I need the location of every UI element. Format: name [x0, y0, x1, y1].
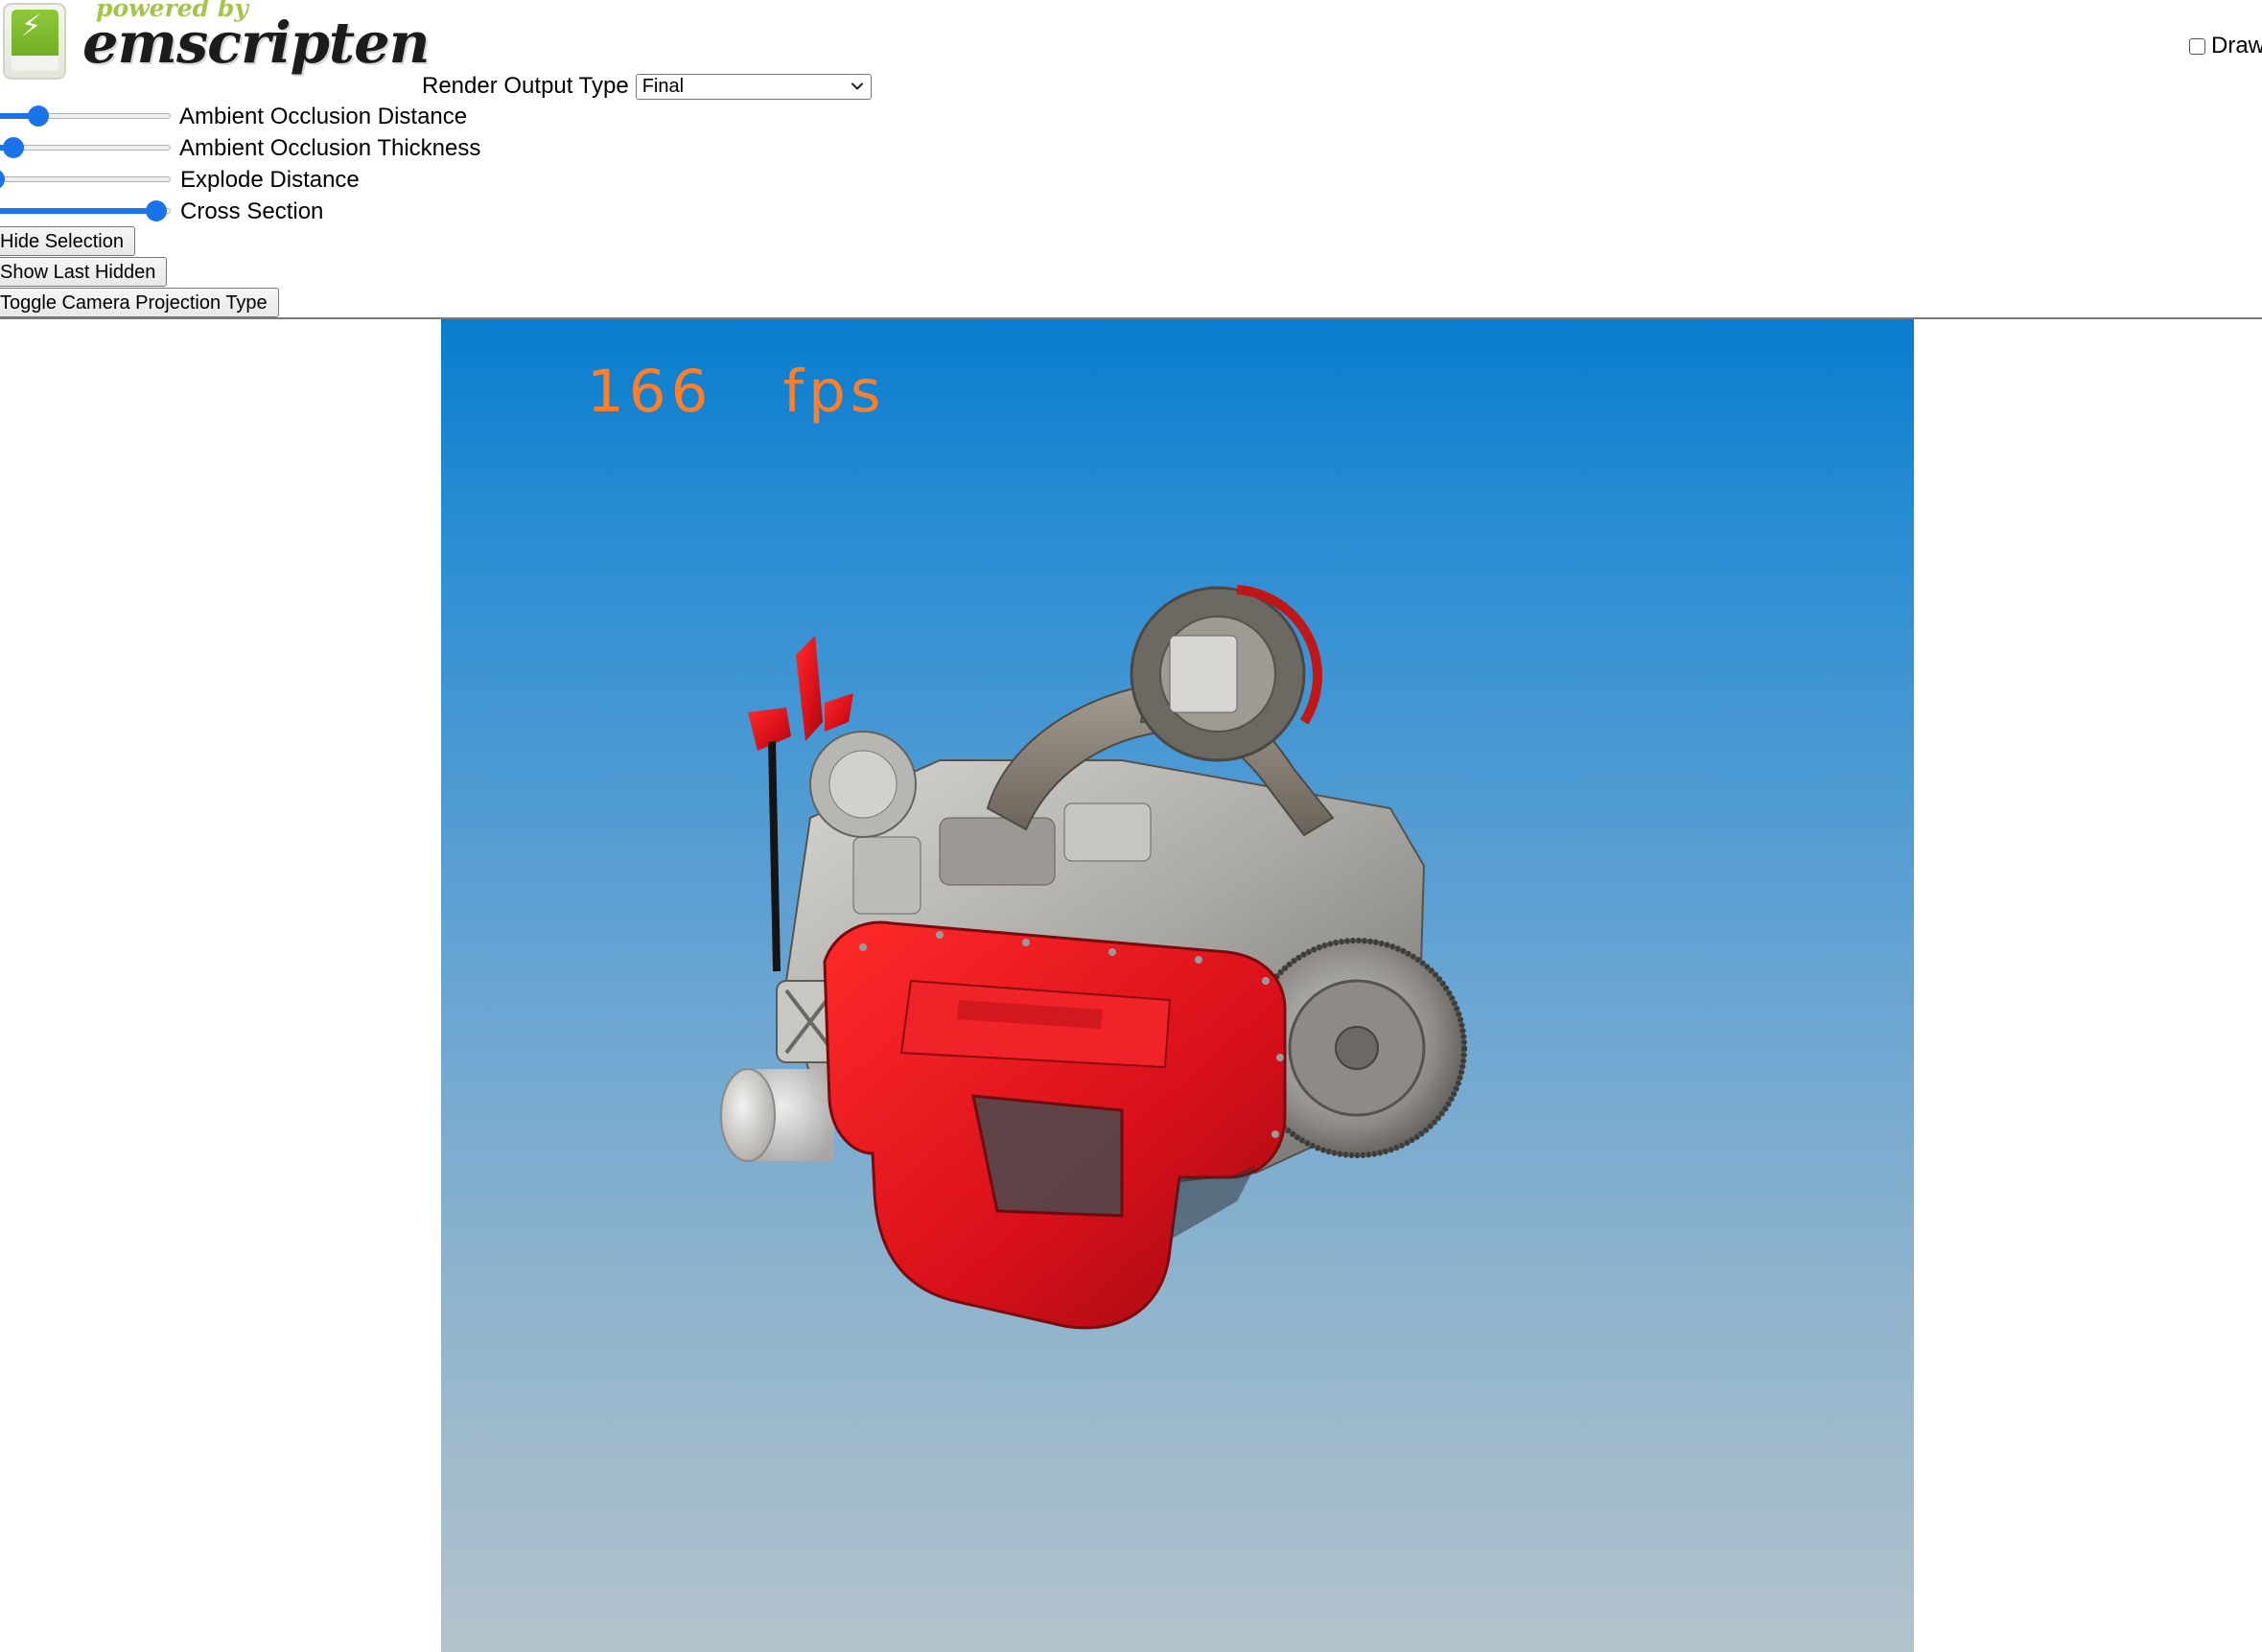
emscripten-logo: ⚡ powered by emscripten	[0, 0, 431, 88]
render-canvas[interactable]: 166 fps	[441, 319, 1914, 1652]
cross-section-slider[interactable]	[0, 200, 171, 221]
render-output-type-label: Render Output Type	[422, 73, 629, 99]
ambient-occlusion-distance-slider[interactable]	[0, 105, 171, 127]
render-output-type-select[interactable]: Final	[635, 73, 872, 100]
engine-model[interactable]	[719, 578, 1505, 1384]
logo-name-text: emscripten	[82, 10, 431, 76]
slider-thumb[interactable]	[3, 137, 25, 158]
draw-checkbox-row[interactable]: Draw	[2189, 33, 2262, 59]
slider-row-cross-section: Cross Section	[0, 197, 499, 227]
render-output-type-row: Render Output Type Final	[422, 71, 872, 102]
explode-distance-slider[interactable]	[0, 169, 171, 190]
battery-icon: ⚡	[3, 3, 66, 80]
fps-value: 166	[587, 358, 713, 426]
fps-counter: 166 fps	[587, 358, 886, 426]
chevron-down-icon	[851, 82, 863, 89]
ambient-occlusion-thickness-label: Ambient Occlusion Thickness	[179, 135, 481, 161]
render-output-type-value: Final	[641, 75, 685, 97]
fps-unit: fps	[782, 358, 886, 426]
hide-selection-button[interactable]: Hide Selection	[0, 226, 135, 256]
cross-section-label: Cross Section	[180, 198, 324, 224]
slider-thumb[interactable]	[0, 169, 5, 190]
ambient-occlusion-distance-label: Ambient Occlusion Distance	[179, 104, 468, 129]
slider-thumb[interactable]	[146, 200, 168, 221]
ambient-occlusion-thickness-slider[interactable]	[0, 137, 171, 158]
slider-row-explode-distance: Explode Distance	[0, 165, 499, 196]
draw-checkbox-label: Draw	[2211, 33, 2262, 58]
explode-distance-label: Explode Distance	[180, 167, 360, 193]
toggle-camera-projection-button[interactable]: Toggle Camera Projection Type	[0, 288, 279, 317]
lightning-bolt-icon: ⚡	[21, 10, 42, 43]
slider-thumb[interactable]	[28, 105, 49, 127]
draw-checkbox[interactable]	[2189, 37, 2205, 55]
app-root: ⚡ powered by emscripten Render Output Ty…	[0, 0, 2262, 1652]
slider-row-ambient-occlusion-thickness: Ambient Occlusion Thickness	[0, 133, 499, 164]
slider-row-ambient-occlusion-distance: Ambient Occlusion Distance	[0, 102, 499, 132]
show-last-hidden-button[interactable]: Show Last Hidden	[0, 257, 168, 287]
